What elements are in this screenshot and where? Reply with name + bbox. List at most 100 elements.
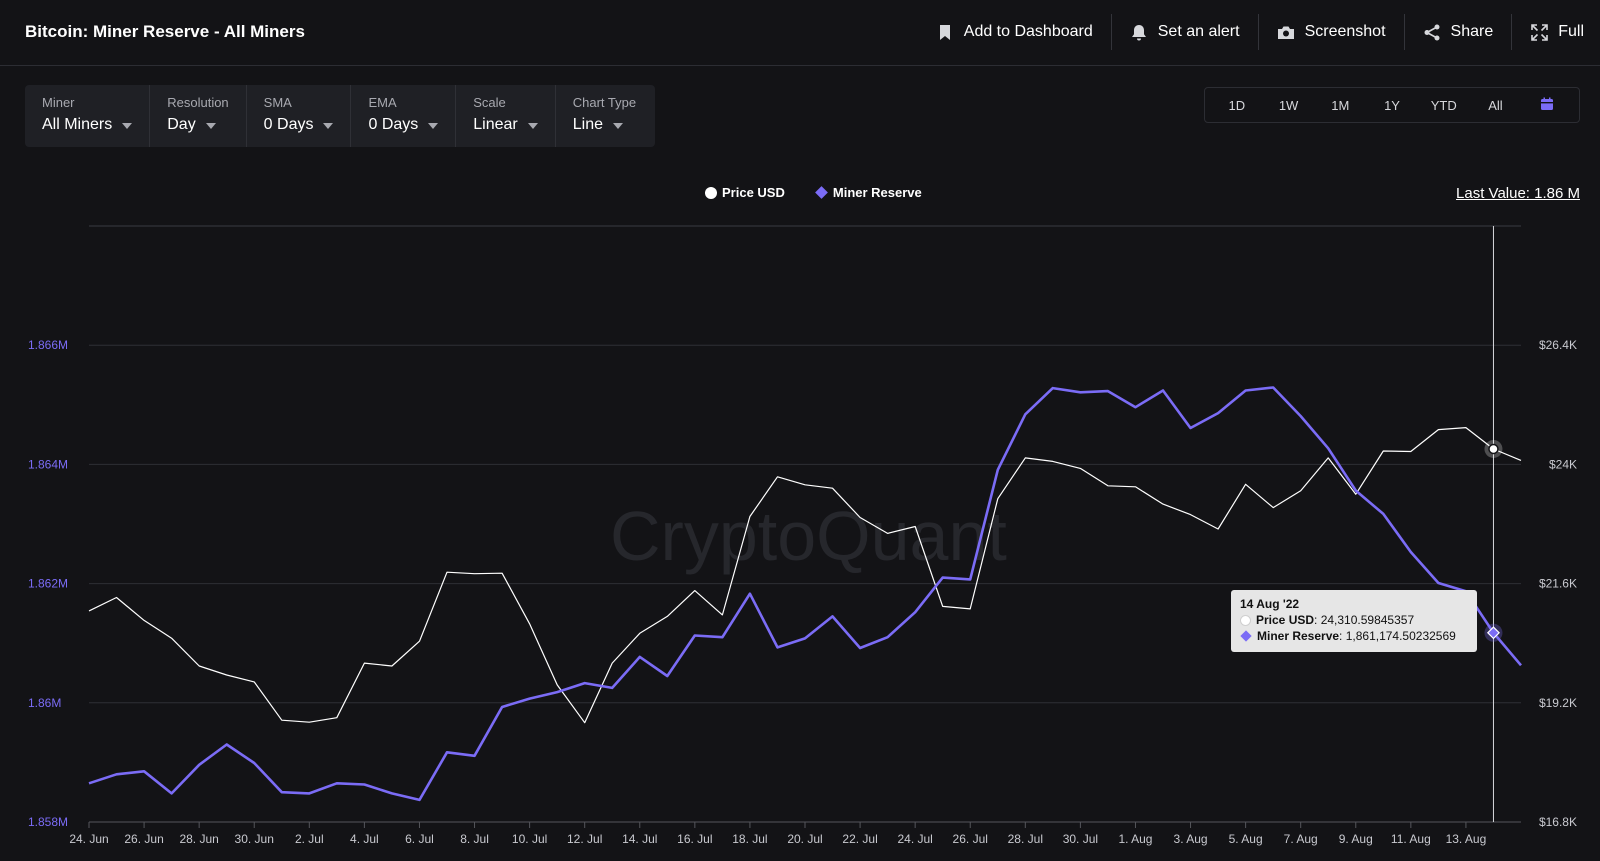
x-tick-label: 1. Aug (1118, 832, 1152, 846)
x-tick-label: 26. Jun (124, 832, 163, 846)
x-tick-label: 5. Aug (1229, 832, 1263, 846)
x-tick-label: 9. Aug (1339, 832, 1373, 846)
filter-value: Linear (473, 116, 518, 133)
x-tick-label: 18. Jul (732, 832, 767, 846)
x-tick-label: 24. Jul (897, 832, 932, 846)
share-icon (1423, 23, 1441, 41)
filter-label: EMA (368, 95, 397, 110)
calendar-button[interactable] (1521, 97, 1573, 114)
x-tick-label: 28. Jul (1008, 832, 1043, 846)
series-line-price-usd (88, 427, 1522, 724)
y-left-tick-label: 1.864M (28, 457, 68, 471)
diamond-icon (815, 186, 828, 199)
tooltip-price-label: Price USD (1256, 613, 1315, 627)
bookmark-icon (936, 23, 954, 41)
filter-value: All Miners (42, 116, 113, 133)
range-selector: 1D 1W 1M 1Y YTD All (1204, 87, 1580, 123)
resolution-select[interactable]: Resolution Day (149, 85, 245, 147)
range-1d-button[interactable]: 1D (1211, 98, 1263, 113)
filter-value: 0 Days (368, 116, 419, 133)
filter-value: Day (167, 116, 196, 133)
y-right-tick-label: $16.8K (1539, 815, 1577, 829)
chevron-down-icon (428, 123, 439, 129)
set-alert-label: Set an alert (1157, 23, 1240, 40)
y-left-tick-label: 1.858M (28, 815, 68, 829)
chevron-down-icon (122, 123, 133, 129)
circle-icon (1240, 614, 1251, 626)
chevron-down-icon (613, 123, 623, 129)
x-tick-label: 12. Jul (567, 832, 602, 846)
range-1m-button[interactable]: 1M (1314, 98, 1366, 113)
set-alert-button[interactable]: Set an alert (1110, 14, 1258, 50)
x-tick-label: 11. Aug (1391, 832, 1431, 846)
x-tick-label: 26. Jul (953, 832, 988, 846)
x-tick-label: 10. Jul (512, 832, 547, 846)
y-axis-left: 1.858M 1.86M 1.862M 1.864M 1.866M (28, 338, 68, 829)
chevron-down-icon (205, 123, 216, 129)
x-tick-label: 4. Jul (350, 832, 379, 846)
range-1w-button[interactable]: 1W (1263, 98, 1315, 113)
circle-icon (705, 186, 717, 199)
last-value-link[interactable]: Last Value: 1.86 M (1456, 185, 1580, 202)
chart-type-select[interactable]: Chart Type Line (554, 85, 653, 147)
filter-value: Line (572, 116, 603, 133)
x-tick-label: 30. Jun (235, 832, 274, 846)
y-left-tick-label: 1.866M (28, 338, 68, 352)
x-tick-label: 2. Jul (295, 832, 324, 846)
hover-marker (1484, 226, 1503, 822)
legend-price-usd[interactable]: Price USD (705, 185, 785, 200)
y-right-tick-label: $24K (1549, 457, 1577, 471)
fullscreen-button[interactable]: Full (1511, 14, 1584, 50)
x-tick-label: 20. Jul (787, 832, 822, 846)
y-left-tick-label: 1.862M (28, 577, 68, 591)
ema-select[interactable]: EMA 0 Days (350, 85, 455, 147)
range-1y-button[interactable]: 1Y (1366, 98, 1418, 113)
x-tick-label: 22. Jul (842, 832, 877, 846)
x-tick-label: 3. Aug (1174, 832, 1208, 846)
x-axis: 24. Jun 26. Jun 28. Jun 30. Jun 2. Jul 4. Jul… (69, 822, 1486, 846)
camera-icon (1277, 23, 1295, 41)
tooltip-reserve-value: : 1,861,174.50232569 (1339, 629, 1456, 643)
x-tick-label: 6. Jul (405, 832, 434, 846)
calendar-icon (1540, 97, 1554, 114)
tooltip-date: 14 Aug '22 (1240, 597, 1300, 611)
legend-label: Price USD (722, 185, 785, 200)
filter-label: Chart Type (572, 95, 637, 110)
scale-select[interactable]: Scale Linear (455, 85, 554, 147)
miner-select[interactable]: Miner All Miners (25, 85, 149, 147)
diamond-icon (1240, 630, 1252, 642)
expand-icon (1530, 23, 1548, 41)
top-bar: Bitcoin: Miner Reserve - All Miners Add … (0, 0, 1600, 66)
bell-icon (1130, 23, 1148, 41)
filter-label: Scale (473, 95, 506, 110)
y-left-tick-label: 1.86M (28, 696, 61, 710)
price-hover-point (1488, 443, 1499, 455)
filter-label: Resolution (167, 95, 229, 110)
x-tick-label: 24. Jun (69, 832, 108, 846)
add-to-dashboard-button[interactable]: Add to Dashboard (918, 14, 1111, 50)
share-label: Share (1450, 23, 1494, 40)
chevron-down-icon (323, 123, 334, 129)
chart-tooltip: 14 Aug '22 Price USD : 24,310.59845357 M… (1231, 590, 1477, 652)
y-right-tick-label: $21.6K (1539, 577, 1577, 591)
y-right-tick-label: $19.2K (1539, 696, 1577, 710)
legend-miner-reserve[interactable]: Miner Reserve (815, 185, 922, 200)
x-tick-label: 14. Jul (622, 832, 657, 846)
watermark: CryptoQuant (610, 497, 1007, 575)
tooltip-reserve-label: Miner Reserve (1257, 629, 1340, 643)
x-tick-label: 7. Aug (1284, 832, 1318, 846)
x-tick-label: 28. Jun (179, 832, 218, 846)
add-to-dashboard-label: Add to Dashboard (963, 23, 1093, 40)
page-title: Bitcoin: Miner Reserve - All Miners (25, 22, 305, 41)
y-axis-right: $16.8K $19.2K $21.6K $24K $26.4K (1539, 338, 1577, 829)
filter-label: SMA (263, 95, 292, 110)
share-button[interactable]: Share (1403, 14, 1512, 50)
header-actions: Add to Dashboard Set an alert Screenshot… (918, 14, 1584, 50)
legend-label: Miner Reserve (832, 185, 922, 200)
screenshot-button[interactable]: Screenshot (1257, 14, 1404, 50)
filter-value: 0 Days (263, 116, 314, 133)
range-ytd-button[interactable]: YTD (1418, 98, 1470, 113)
range-all-button[interactable]: All (1470, 98, 1522, 113)
x-tick-label: 16. Jul (677, 832, 712, 846)
sma-select[interactable]: SMA 0 Days (245, 85, 351, 147)
